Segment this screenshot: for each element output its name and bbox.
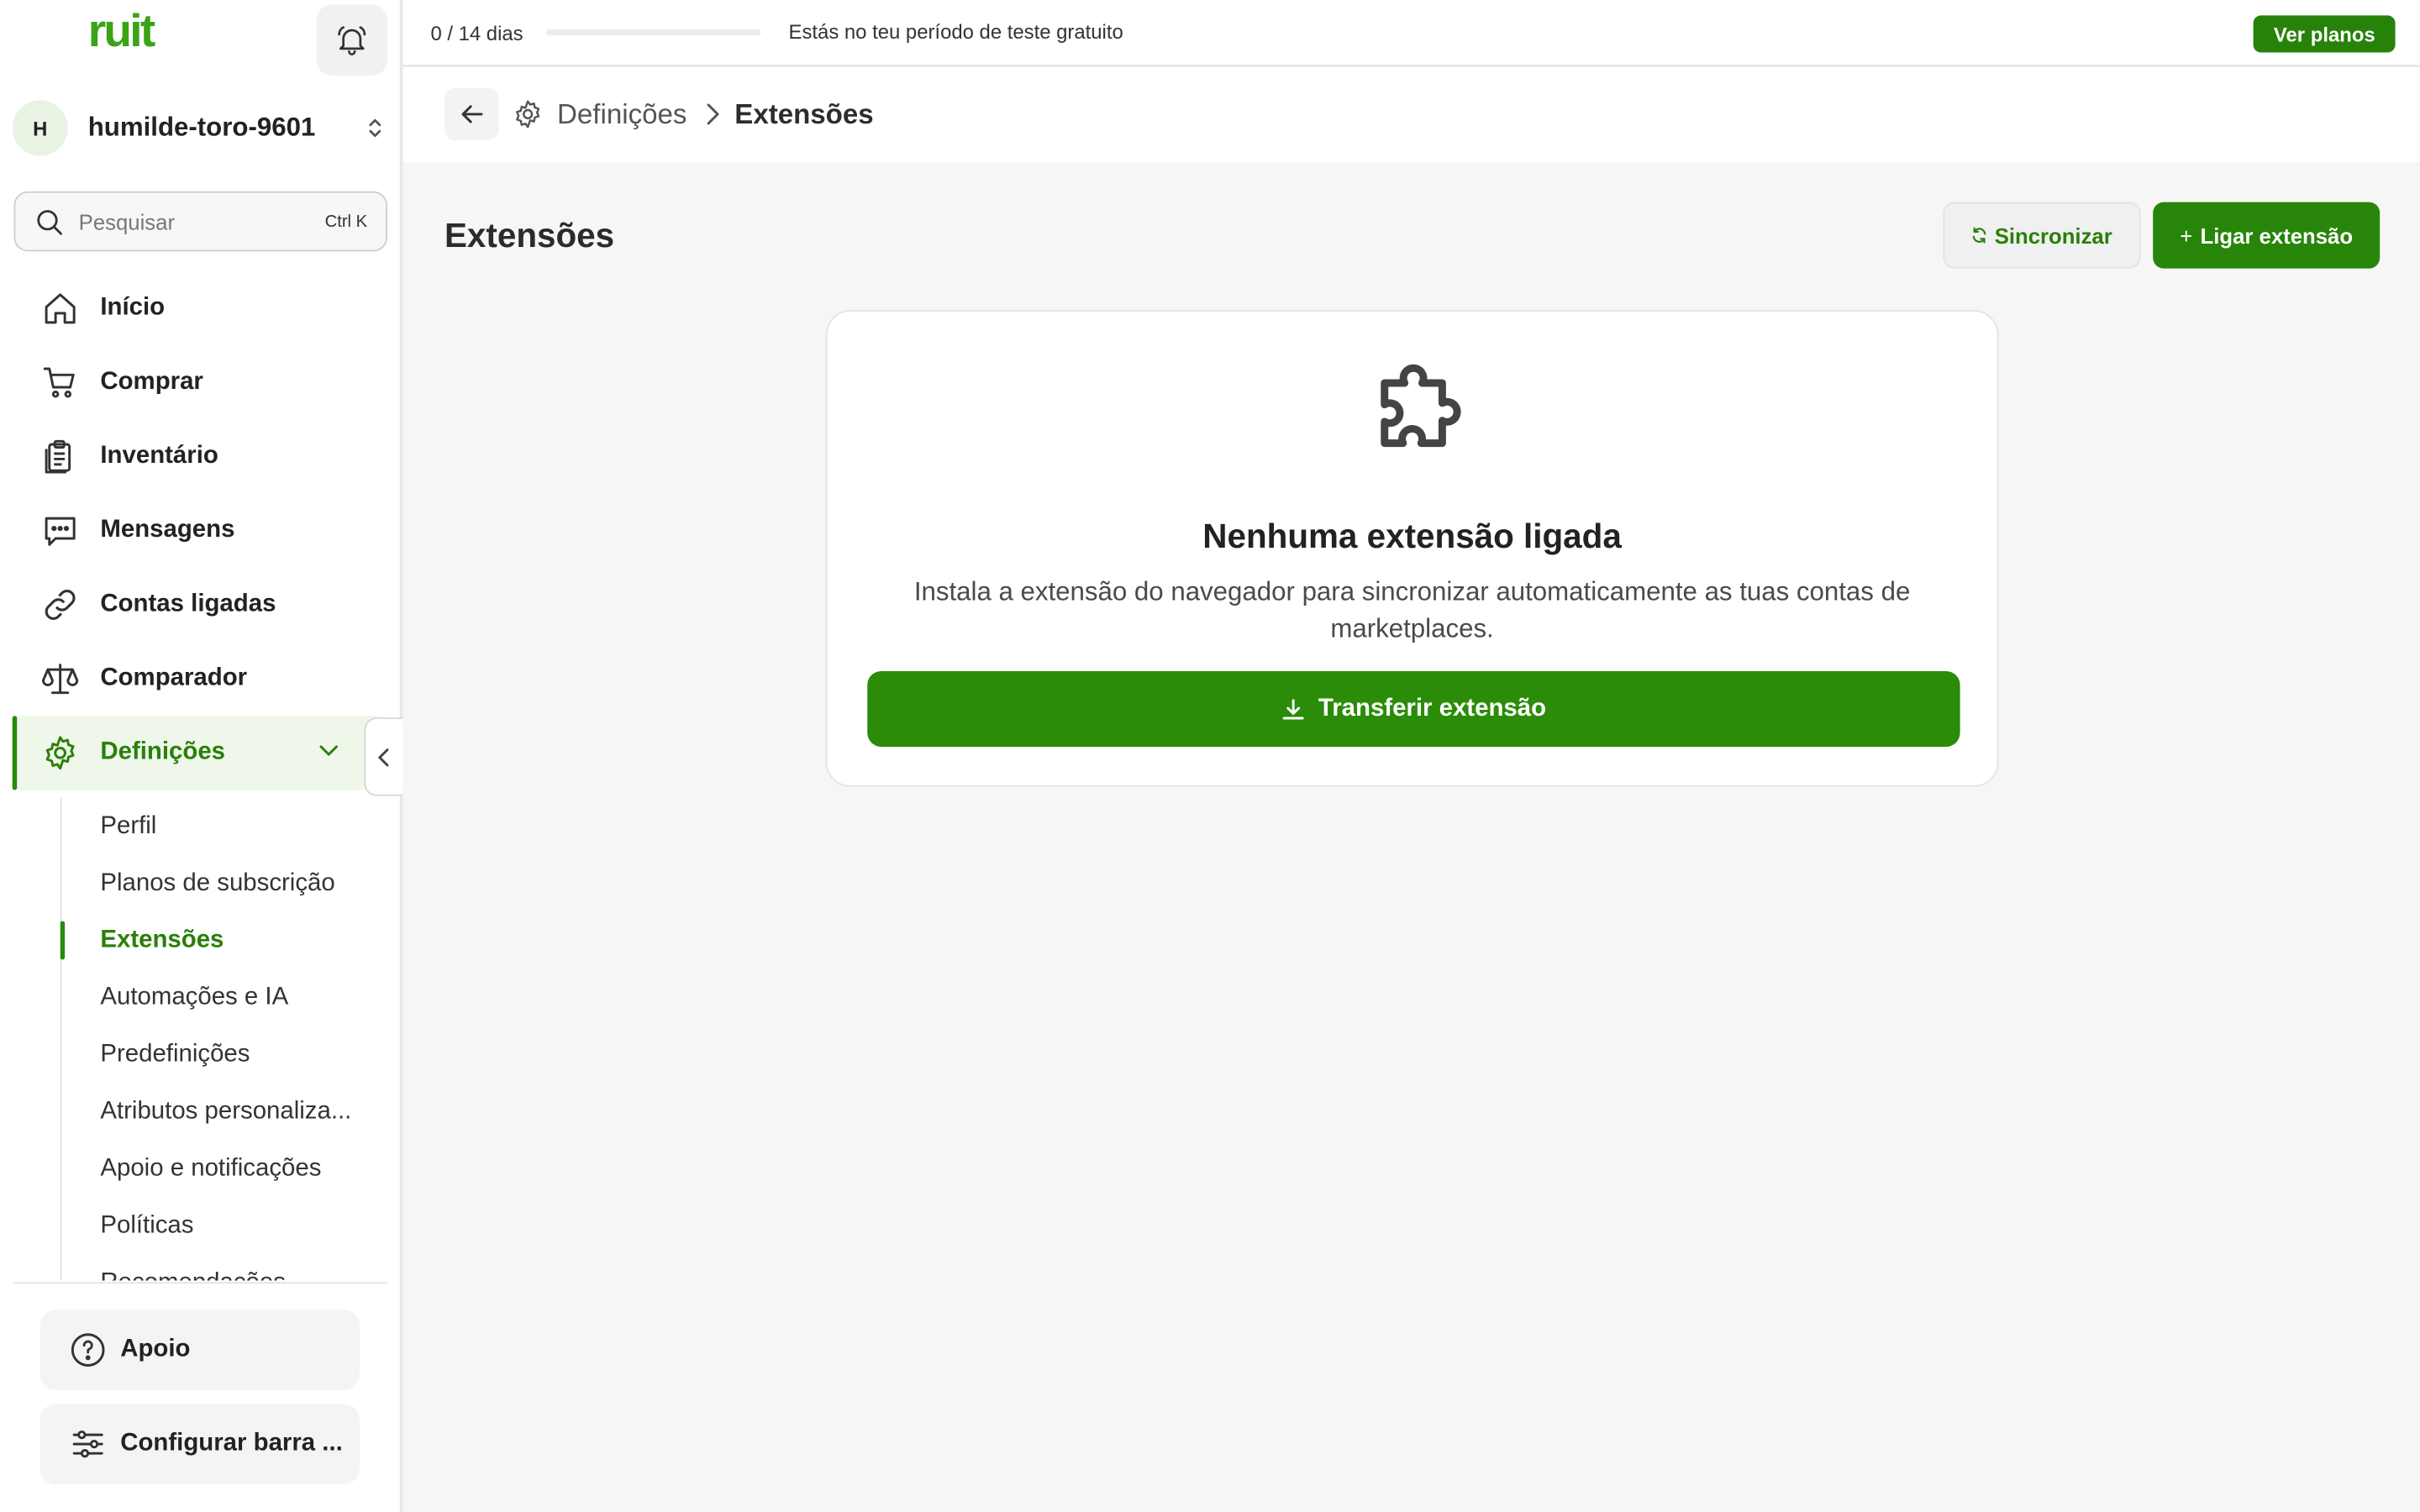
search-icon bbox=[37, 209, 62, 234]
plus-icon: + bbox=[2180, 223, 2193, 248]
configure-sidebar-button[interactable]: Configurar barra ... bbox=[39, 1404, 360, 1484]
nav-item-definicoes[interactable]: Definições bbox=[12, 716, 391, 790]
workspace-avatar: H bbox=[12, 100, 68, 156]
nav-item-inventario[interactable]: Inventário bbox=[13, 420, 391, 494]
search-shortcut: Ctrl K bbox=[324, 212, 368, 231]
breadcrumb-current: Extensões bbox=[734, 98, 874, 130]
chevron-right-icon bbox=[707, 103, 719, 125]
connect-label: Ligar extensão bbox=[2200, 223, 2354, 248]
notifications-button[interactable] bbox=[316, 4, 388, 76]
nav-item-contas-ligadas[interactable]: Contas ligadas bbox=[13, 568, 391, 642]
nav-label: Inventário bbox=[100, 443, 218, 470]
sidebar-divider bbox=[13, 1282, 388, 1284]
cart-icon bbox=[43, 367, 75, 398]
download-icon bbox=[1283, 698, 1304, 719]
breadcrumb: Definições Extensões bbox=[402, 67, 2420, 162]
download-label: Transferir extensão bbox=[1318, 695, 1547, 722]
sliders-icon bbox=[72, 1430, 103, 1458]
arrow-left-icon bbox=[460, 105, 482, 123]
support-label: Apoio bbox=[120, 1336, 191, 1362]
breadcrumb-parent[interactable]: Definições bbox=[557, 99, 687, 132]
trial-progress-bar bbox=[546, 29, 761, 36]
subnav-item-perfil[interactable]: Perfil bbox=[60, 798, 391, 855]
chevron-up-down-icon bbox=[369, 118, 381, 138]
configure-label: Configurar barra ... bbox=[120, 1430, 343, 1457]
page-title: Extensões bbox=[444, 216, 615, 255]
nav-item-comprar[interactable]: Comprar bbox=[13, 345, 391, 419]
nav-item-mensagens[interactable]: Mensagens bbox=[13, 494, 391, 568]
search-placeholder: Pesquisar bbox=[78, 208, 176, 234]
scale-icon bbox=[41, 664, 79, 695]
back-button[interactable] bbox=[444, 87, 499, 141]
nav-label: Comparador bbox=[100, 664, 248, 691]
workspace-name: humilde-toro-9601 bbox=[87, 113, 316, 142]
trial-bar: 0 / 14 dias Estás no teu período de test… bbox=[402, 0, 2420, 66]
settings-subnav: Perfil Planos de subscrição Extensões Au… bbox=[60, 797, 391, 1281]
nav-label: Definições bbox=[100, 738, 226, 766]
gear-icon bbox=[45, 736, 75, 770]
link-icon bbox=[45, 590, 76, 620]
empty-state-description: Instala a extensão do navegador para sin… bbox=[913, 576, 1911, 643]
subnav-item-recomendacoes[interactable]: Recomendações bbox=[60, 1254, 391, 1281]
empty-state-card: Nenhuma extensão ligada Instala a extens… bbox=[825, 310, 1999, 787]
app-logo[interactable]: ruit bbox=[88, 6, 156, 58]
view-plans-button[interactable]: Ver planos bbox=[2254, 15, 2396, 53]
subnav-item-extensoes[interactable]: Extensões bbox=[60, 911, 391, 969]
nav-label: Início bbox=[100, 294, 166, 322]
subnav-item-apoio-notificacoes[interactable]: Apoio e notificações bbox=[60, 1140, 391, 1197]
gear-icon bbox=[516, 100, 540, 129]
chevron-down-icon bbox=[319, 745, 338, 756]
main-nav: Início Comprar Inventário Mensagens Cont… bbox=[12, 271, 391, 790]
subnav-item-politicas[interactable]: Políticas bbox=[60, 1197, 391, 1254]
trial-message: Estás no teu período de teste gratuito bbox=[788, 19, 1123, 44]
empty-state-title: Nenhuma extensão ligada bbox=[1202, 517, 1622, 556]
sync-button[interactable]: Sincronizar bbox=[1943, 202, 2141, 269]
clipboard-icon bbox=[45, 439, 71, 474]
nav-label: Mensagens bbox=[100, 517, 235, 543]
sync-label: Sincronizar bbox=[1994, 223, 2112, 248]
collapse-sidebar-button[interactable] bbox=[364, 717, 403, 796]
bell-icon bbox=[338, 26, 366, 55]
home-icon bbox=[45, 293, 76, 324]
subnav-item-planos[interactable]: Planos de subscrição bbox=[60, 855, 391, 912]
workspace-switcher[interactable]: H humilde-toro-9601 bbox=[12, 99, 391, 158]
sidebar: ruit H humilde-toro-9601 Pesquisar Ctrl … bbox=[0, 0, 403, 1512]
refresh-icon bbox=[1973, 227, 1987, 244]
chevron-left-icon bbox=[378, 748, 389, 766]
chat-icon bbox=[45, 517, 76, 546]
subnav-item-automacoes[interactable]: Automações e IA bbox=[60, 969, 391, 1026]
puzzle-icon bbox=[1381, 364, 1461, 448]
help-circle-icon bbox=[71, 1333, 105, 1367]
connect-extension-button[interactable]: + Ligar extensão bbox=[2153, 202, 2381, 269]
search-field[interactable]: Pesquisar Ctrl K bbox=[13, 191, 388, 252]
nav-item-comparador[interactable]: Comparador bbox=[13, 642, 391, 716]
nav-label: Contas ligadas bbox=[100, 591, 276, 617]
support-button[interactable]: Apoio bbox=[39, 1310, 360, 1390]
subnav-item-predefinicoes[interactable]: Predefinições bbox=[60, 1026, 391, 1083]
nav-label: Comprar bbox=[100, 368, 203, 396]
download-extension-button[interactable]: Transferir extensão bbox=[867, 670, 1960, 747]
subnav-item-atributos[interactable]: Atributos personaliza... bbox=[60, 1083, 391, 1140]
nav-item-inicio[interactable]: Início bbox=[13, 271, 391, 345]
trial-days-count: 0 / 14 dias bbox=[430, 21, 523, 45]
